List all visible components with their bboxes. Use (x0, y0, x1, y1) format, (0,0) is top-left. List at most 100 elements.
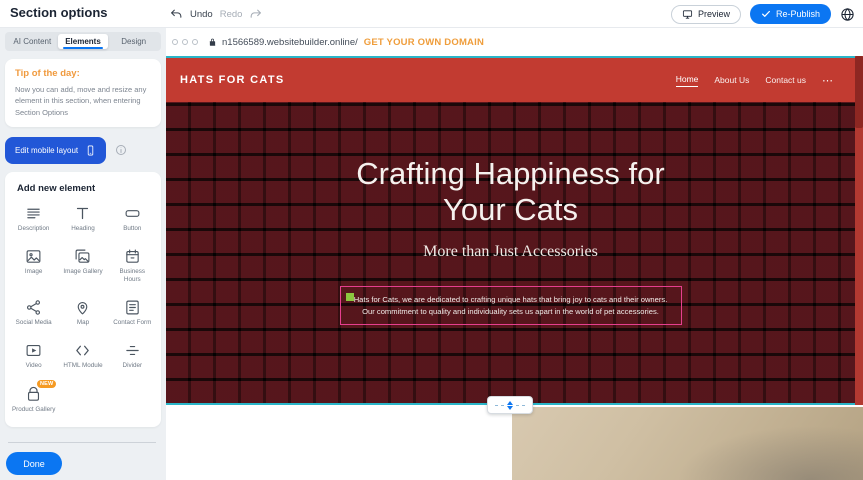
contact-form-icon (124, 299, 141, 316)
undo-icon[interactable] (170, 8, 183, 21)
hero-heading-line1: Crafting Happiness for (166, 156, 855, 192)
element-item-image[interactable]: Image (9, 248, 58, 284)
tip-body: Now you can add, move and resize any ele… (15, 84, 151, 118)
add-new-element-panel: Add new element Description Heading Butt… (5, 172, 161, 427)
map-icon (74, 299, 91, 316)
hero-heading-line2: Your Cats (166, 192, 855, 228)
element-item-label: Contact Form (113, 319, 151, 327)
dashed-guide (516, 405, 525, 406)
tab-design[interactable]: Design (108, 34, 159, 49)
preview-scrollbar[interactable] (855, 56, 863, 405)
social-media-icon (25, 299, 42, 316)
element-item-button[interactable]: Button (108, 205, 157, 233)
hero-heading[interactable]: Crafting Happiness for Your Cats (166, 156, 855, 228)
edit-mobile-layout-button[interactable]: Edit mobile layout (5, 137, 106, 164)
element-item-description[interactable]: Description (9, 205, 58, 233)
sidebar: AI Content Elements Design Tip of the da… (0, 28, 166, 480)
tab-ai-content[interactable]: AI Content (7, 34, 58, 49)
tip-of-the-day-card: Tip of the day: Now you can add, move an… (5, 59, 161, 127)
divider-icon (124, 342, 141, 359)
description-icon (25, 205, 42, 222)
next-section[interactable] (166, 407, 863, 480)
element-item-label: Heading (71, 225, 94, 233)
image-icon (25, 248, 42, 265)
drag-handle-green[interactable] (346, 293, 354, 301)
get-own-domain-link[interactable]: GET YOUR OWN DOMAIN (364, 37, 484, 48)
video-icon (25, 342, 42, 359)
button-icon (124, 205, 141, 222)
site-logo[interactable]: HATS FOR CATS (180, 74, 285, 86)
element-item-label: Business Hours (110, 268, 154, 284)
topbar-actions: Preview Re-Publish (671, 0, 855, 28)
product-gallery-icon (25, 386, 42, 403)
sidebar-tabs: AI Content Elements Design (5, 32, 161, 51)
redo-icon[interactable] (249, 8, 262, 21)
element-item-map[interactable]: Map (58, 299, 107, 327)
selected-section[interactable]: HATS FOR CATS Home About Us Contact us ⋯… (166, 56, 855, 405)
smartphone-icon (85, 145, 96, 156)
preview-canvas: n1566589.websitebuilder.online/ GET YOUR… (166, 28, 863, 480)
nav-item-home[interactable]: Home (676, 74, 699, 87)
hero-paragraph-selected[interactable]: Hats for Cats, we are dedicated to craft… (340, 286, 682, 326)
element-item-image-gallery[interactable]: Image Gallery (58, 248, 107, 284)
element-item-product-gallery[interactable]: NEW Product Gallery (9, 386, 58, 414)
scrollbar-thumb[interactable] (855, 56, 863, 128)
redo-button[interactable]: Redo (220, 9, 243, 20)
html-module-icon (74, 342, 91, 359)
element-item-label: HTML Module (63, 362, 102, 370)
globe-icon[interactable] (840, 7, 855, 22)
nav-more-icon[interactable]: ⋯ (822, 74, 833, 87)
browser-bar: n1566589.websitebuilder.online/ GET YOUR… (166, 28, 863, 56)
site-header: HATS FOR CATS Home About Us Contact us ⋯ (166, 58, 855, 102)
edit-mobile-layout-label: Edit mobile layout (15, 146, 78, 155)
element-item-contact-form[interactable]: Contact Form (108, 299, 157, 327)
element-item-divider[interactable]: Divider (108, 342, 157, 370)
monitor-icon (682, 9, 693, 20)
heading-icon (74, 205, 91, 222)
hero-subheading[interactable]: More than Just Accessories (166, 243, 855, 261)
add-new-element-heading: Add new element (17, 183, 157, 194)
preview-button[interactable]: Preview (671, 5, 741, 24)
tab-elements[interactable]: Elements (58, 34, 109, 49)
done-button[interactable]: Done (6, 452, 62, 475)
site-url: n1566589.websitebuilder.online/ (222, 37, 358, 48)
preview-label: Preview (698, 9, 730, 19)
window-dot-icon (172, 39, 178, 45)
republish-button[interactable]: Re-Publish (750, 4, 831, 24)
element-item-label: Divider (123, 362, 143, 370)
image-gallery-icon (74, 248, 91, 265)
nav-item-contact-us[interactable]: Contact us (765, 75, 806, 85)
element-item-video[interactable]: Video (9, 342, 58, 370)
section-resize-handle[interactable] (487, 396, 533, 414)
check-icon (761, 9, 771, 19)
info-icon[interactable] (115, 144, 127, 156)
next-section-image[interactable] (512, 407, 863, 480)
element-item-label: Description (18, 225, 50, 233)
sidebar-divider (8, 442, 156, 443)
topbar: Section options Undo Redo Preview Re-Pub… (0, 0, 863, 28)
element-item-label: Map (77, 319, 89, 327)
element-item-html-module[interactable]: HTML Module (58, 342, 107, 370)
history-controls: Undo Redo (170, 0, 262, 28)
window-dot-icon (192, 39, 198, 45)
element-item-heading[interactable]: Heading (58, 205, 107, 233)
element-item-label: Product Gallery (12, 406, 55, 414)
mobile-layout-row: Edit mobile layout (5, 137, 161, 164)
new-badge: NEW (37, 380, 56, 388)
element-item-social-media[interactable]: Social Media (9, 299, 58, 327)
dashed-guide (495, 405, 504, 406)
element-item-business-hours[interactable]: Business Hours (108, 248, 157, 284)
lock-icon (208, 37, 217, 47)
nav-item-about-us[interactable]: About Us (714, 75, 749, 85)
business-hours-icon (124, 248, 141, 265)
page-title: Section options (10, 5, 108, 20)
site-nav: Home About Us Contact us ⋯ (676, 74, 833, 87)
tip-heading: Tip of the day: (15, 68, 151, 79)
undo-button[interactable]: Undo (190, 9, 213, 20)
element-item-label: Video (26, 362, 42, 370)
element-item-label: Image (25, 268, 43, 276)
window-dot-icon (182, 39, 188, 45)
element-grid: Description Heading Button Image Image G… (9, 205, 157, 414)
hero-section: Crafting Happiness for Your Cats More th… (166, 102, 855, 403)
element-item-label: Social Media (16, 319, 52, 327)
